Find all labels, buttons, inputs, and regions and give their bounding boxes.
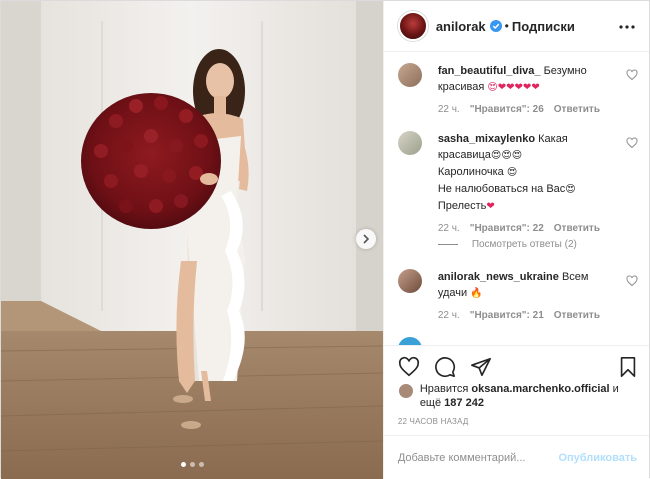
more-options-button[interactable] (617, 17, 637, 37)
comment-item: fan_beautiful_diva_ Безумно красивая 😍❤❤… (397, 63, 638, 115)
reply-button[interactable]: Ответить (554, 223, 600, 234)
add-comment-form: Опубликовать (383, 435, 649, 479)
chevron-right-icon (363, 234, 370, 244)
comment-text: fan_beautiful_diva_ Безумно красивая 😍❤❤… (422, 63, 612, 96)
heart-icon[interactable] (626, 275, 638, 287)
comment-emoji: 😍 (565, 184, 576, 195)
comment-username[interactable]: fan_beautiful_diva_ (438, 65, 541, 77)
commenter-avatar[interactable] (397, 337, 422, 345)
comment-emoji: 🔥 (470, 288, 483, 299)
commenter-avatar[interactable] (397, 131, 422, 155)
view-replies-label: Посмотреть ответы (2) (471, 239, 577, 250)
comment-likes[interactable]: "Нравится": 21 (470, 310, 544, 321)
comment-emoji: 😍❤❤❤❤❤ (487, 82, 540, 93)
comment-time[interactable]: 22 ч. (438, 104, 460, 115)
photo-illustration (1, 1, 383, 479)
heart-icon[interactable] (626, 69, 638, 81)
post-timestamp[interactable]: 22 ЧАСОВ НАЗАД (398, 417, 469, 426)
likes-summary: Нравится oksana.marchenko.official и ещё… (397, 382, 637, 410)
commenter-avatar[interactable] (397, 63, 422, 87)
author-avatar[interactable] (397, 11, 428, 41)
comment-likes[interactable]: "Нравится": 26 (470, 104, 544, 115)
more-icon (619, 25, 635, 29)
likes-count[interactable]: 187 242 (444, 397, 484, 409)
carousel-dot (199, 462, 204, 467)
likes-count-prefix: ещё (419, 397, 442, 409)
heart-icon[interactable] (626, 137, 638, 149)
comment-username[interactable]: anilorak_news_ukraine (438, 271, 559, 283)
save-icon[interactable] (617, 356, 639, 378)
author-username[interactable]: anilorak (436, 19, 486, 34)
comments-list: fan_beautiful_diva_ Безумно красивая 😍❤❤… (384, 53, 649, 345)
comment-input[interactable] (397, 451, 559, 464)
comment-content: Не налюбоваться на Вас (437, 183, 566, 195)
comment-icon[interactable] (434, 356, 456, 378)
comment-time[interactable]: 22 ч. (438, 223, 460, 234)
post-sidebar: anilorak • Подписки fan_beautiful_diva_ … (382, 1, 649, 479)
reply-button[interactable]: Ответить (554, 310, 600, 321)
comment-content: Прелесть (437, 200, 487, 212)
share-icon[interactable] (470, 356, 492, 378)
heart-icon[interactable] (398, 356, 420, 378)
commenter-avatar[interactable] (397, 269, 422, 293)
view-replies-button[interactable]: Посмотреть ответы (2) (437, 239, 577, 250)
next-slide-button[interactable] (356, 229, 376, 249)
comment-text: anilorak_news_ukraine Всем удачи 🔥 (422, 269, 612, 302)
carousel-dots (181, 462, 204, 467)
likes-prefix: Нравится (419, 383, 469, 395)
comment-meta: 22 ч. "Нравится": 22 Ответить (438, 223, 638, 234)
comment-username[interactable]: sasha_mixaylenko (438, 133, 535, 145)
comment-time[interactable]: 22 ч. (438, 310, 460, 321)
post-header: anilorak • Подписки (383, 1, 649, 52)
comment-meta: 22 ч. "Нравится": 26 Ответить (438, 104, 638, 115)
follow-button[interactable]: Подписки (512, 19, 575, 34)
likes-text: Нравится oksana.marchenko.official и ещё… (420, 382, 619, 410)
replies-divider (437, 244, 458, 245)
comment-emoji: 😍😍😍 (490, 150, 523, 161)
liker-username[interactable]: oksana.marchenko.official (471, 383, 609, 395)
reply-button[interactable]: Ответить (554, 104, 600, 115)
post-photo[interactable] (1, 1, 383, 479)
post-dialog: anilorak • Подписки fan_beautiful_diva_ … (0, 0, 650, 479)
action-bar (383, 345, 649, 387)
comment-emoji: ❤ (486, 201, 495, 212)
verified-icon (489, 20, 502, 32)
comment-likes[interactable]: "Нравится": 22 (470, 223, 544, 234)
liker-avatar[interactable] (397, 383, 414, 399)
comment-text: sasha_mixaylenko Какая красавица😍😍😍 Каро… (422, 131, 612, 215)
likes-middle: и (612, 383, 619, 395)
publish-button[interactable]: Опубликовать (558, 452, 637, 464)
carousel-dot (190, 462, 195, 467)
comment-content: Каролиночка (437, 166, 504, 178)
comment-item: anilorak_news_ukraine Всем удачи 🔥 22 ч.… (397, 269, 638, 321)
comment-emoji: 😍 (506, 167, 518, 178)
comment-meta: 22 ч. "Нравится": 21 Ответить (438, 310, 638, 321)
carousel-dot (181, 462, 186, 467)
header-separator: • (504, 19, 509, 33)
comment-item: sasha_mixaylenko Какая красавица😍😍😍 Каро… (397, 131, 638, 234)
